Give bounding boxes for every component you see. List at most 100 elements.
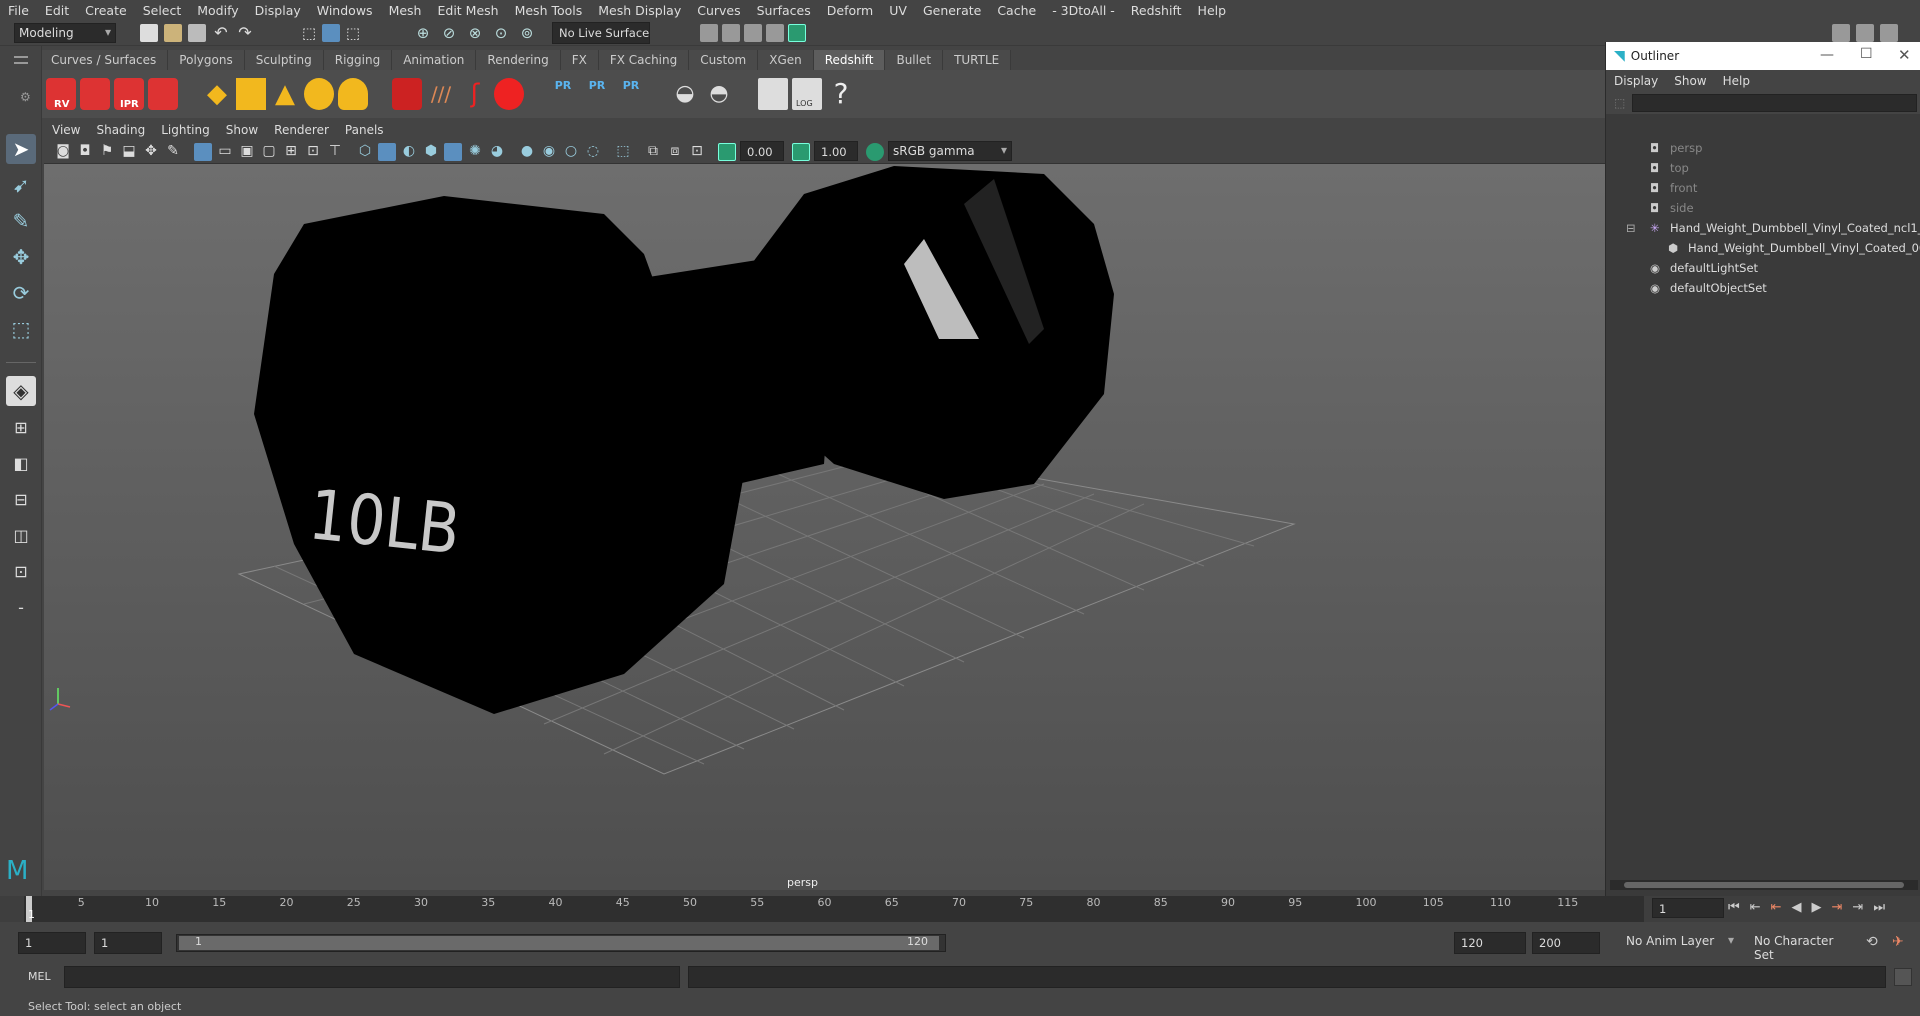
menu-modify[interactable]: Modify — [189, 3, 246, 18]
xray-joints-icon[interactable]: ⧈ — [666, 143, 684, 161]
shadows-icon[interactable]: ◕ — [488, 143, 506, 161]
outliner-item[interactable]: ◘ persp — [1606, 138, 1920, 158]
play-backward-icon[interactable]: ◀ — [1792, 900, 1802, 915]
snap-curve-icon[interactable]: ⊘ — [440, 24, 458, 42]
image-plane-icon[interactable]: ⬓ — [120, 143, 138, 161]
maximize-icon[interactable]: ☐ — [1860, 46, 1873, 62]
animation-end-field[interactable]: 200 — [1532, 932, 1600, 954]
layout-stack-icon[interactable]: ⊟ — [6, 484, 36, 514]
step-back-frame-icon[interactable]: ⇤ — [1771, 900, 1782, 915]
shelf-menu-icon[interactable] — [14, 56, 28, 64]
hypershade-icon[interactable] — [788, 24, 806, 42]
viewport-menu-show[interactable]: Show — [218, 123, 266, 137]
select-hierarchy-icon[interactable]: ⬚ — [300, 24, 318, 42]
menu-surfaces[interactable]: Surfaces — [749, 3, 819, 18]
select-component-icon[interactable]: ⬚ — [344, 24, 362, 42]
viewport-menu-panels[interactable]: Panels — [337, 123, 392, 137]
layout-outliner-icon[interactable]: ⊡ — [6, 556, 36, 586]
attribute-editor-icon[interactable] — [1880, 24, 1898, 42]
redshift-proxy-import-button[interactable]: PR — [582, 78, 612, 110]
command-language-label[interactable]: MEL — [28, 970, 51, 983]
shelf-tab-xgen[interactable]: XGen — [758, 50, 814, 70]
current-frame-field[interactable]: 1 — [1652, 898, 1724, 918]
shelf-tab-redshift[interactable]: Redshift — [813, 50, 886, 70]
shelf-tab-rigging[interactable]: Rigging — [323, 50, 393, 70]
new-scene-icon[interactable] — [140, 24, 158, 42]
animation-start-field[interactable]: 1 — [18, 932, 86, 954]
menu-display[interactable]: Display — [247, 3, 309, 18]
safe-title-icon[interactable]: ⊤ — [326, 143, 344, 161]
bookmark-icon[interactable]: ⚑ — [98, 143, 116, 161]
shelf-tab-curves-surfaces[interactable]: Curves / Surfaces — [40, 50, 169, 70]
render-frame-icon[interactable] — [766, 24, 784, 42]
filter-icon[interactable]: ⬚ — [1614, 96, 1625, 110]
color-management-icon[interactable] — [866, 143, 884, 161]
anim-layer-dropdown[interactable]: No Anim Layer ▾ — [1622, 932, 1738, 954]
shelf-tab-rendering[interactable]: Rendering — [476, 50, 561, 70]
redshift-proxy-export-button[interactable]: PR — [548, 78, 578, 110]
menu-3dtoall[interactable]: - 3DtoAll - — [1044, 3, 1123, 18]
scale-tool-icon[interactable]: ⬚ — [6, 314, 36, 344]
open-scene-icon[interactable] — [164, 24, 182, 42]
close-icon[interactable]: ✕ — [1898, 46, 1911, 64]
depth-of-field-icon[interactable]: ◌ — [584, 143, 602, 161]
snap-view-icon[interactable]: ⊙ — [492, 24, 510, 42]
select-object-icon[interactable] — [322, 24, 340, 42]
save-scene-icon[interactable] — [188, 24, 206, 42]
menu-help[interactable]: Help — [1190, 3, 1235, 18]
redshift-render-view-button[interactable]: RV — [46, 78, 76, 110]
light-portal-icon[interactable] — [236, 78, 266, 110]
snap-point-icon[interactable]: ⊗ — [466, 24, 484, 42]
outliner-item[interactable]: ◘ side — [1606, 198, 1920, 218]
smooth-shade-icon[interactable] — [378, 143, 396, 161]
redshift-snapshot-button[interactable] — [80, 78, 110, 110]
ipr-render-icon[interactable] — [744, 24, 762, 42]
undo-icon[interactable]: ↶ — [212, 24, 230, 42]
go-to-start-icon[interactable]: ⏮ — [1728, 900, 1740, 915]
outliner-menu-help[interactable]: Help — [1715, 74, 1758, 88]
redshift-hair-icon[interactable]: ∕∕∕ — [426, 78, 456, 110]
panel-layout-icon[interactable] — [1832, 24, 1850, 42]
outliner-hscroll-thumb[interactable] — [1624, 882, 1904, 888]
range-bar[interactable]: 1 120 — [176, 934, 946, 952]
outliner-item[interactable]: ◉ defaultLightSet — [1606, 258, 1920, 278]
channel-box-icon[interactable] — [1856, 24, 1874, 42]
move-tool-icon[interactable]: ✥ — [6, 242, 36, 272]
outliner-item[interactable]: ◉ defaultObjectSet — [1606, 278, 1920, 298]
viewport-menu-shading[interactable]: Shading — [88, 123, 153, 137]
playback-end-field[interactable]: 120 — [1454, 932, 1526, 954]
go-to-end-icon[interactable]: ⏭ — [1873, 900, 1885, 915]
render-view-icon[interactable] — [722, 24, 740, 42]
gamma-icon[interactable] — [792, 143, 810, 161]
redshift-settings-button[interactable] — [148, 78, 178, 110]
mode-dropdown[interactable]: Modeling ▾ — [14, 23, 116, 43]
menu-edit[interactable]: Edit — [37, 3, 77, 18]
layout-collapse-icon[interactable]: - — [6, 592, 36, 622]
outliner-menu-show[interactable]: Show — [1666, 74, 1714, 88]
menu-mesh-tools[interactable]: Mesh Tools — [507, 3, 591, 18]
wireframe-icon[interactable]: ⬡ — [356, 143, 374, 161]
menu-curves[interactable]: Curves — [689, 3, 748, 18]
viewport-persp[interactable]: 10LB persp — [44, 164, 1605, 890]
wireframe-on-shaded-icon[interactable]: ⬢ — [422, 143, 440, 161]
layout-three-icon[interactable]: ◫ — [6, 520, 36, 550]
step-forward-key-icon[interactable]: ⇥ — [1852, 900, 1863, 915]
shelf-tab-sculpting[interactable]: Sculpting — [244, 50, 324, 70]
exposure-icon[interactable] — [718, 143, 736, 161]
shelf-tab-polygons[interactable]: Polygons — [168, 50, 245, 70]
collapse-icon[interactable]: ⊟ — [1626, 221, 1636, 235]
character-set-dropdown[interactable]: No Character Set — [1750, 932, 1860, 962]
minimize-icon[interactable]: — — [1820, 47, 1834, 63]
playback-start-field[interactable]: 1 — [94, 932, 162, 954]
default-material-icon[interactable]: ◐ — [400, 143, 418, 161]
shelf-tab-turtle[interactable]: TURTLE — [943, 50, 1012, 70]
auto-key-icon[interactable]: ⟲ — [1866, 934, 1878, 950]
exposure-field[interactable]: 0.00 — [740, 141, 784, 161]
range-bar-fill[interactable] — [179, 936, 939, 950]
light-area-icon[interactable]: ◆ — [202, 78, 232, 110]
gate-mask-icon[interactable]: ▢ — [260, 143, 278, 161]
rotate-tool-icon[interactable]: ⟳ — [6, 278, 36, 308]
light-sun-icon[interactable] — [338, 78, 368, 110]
xray-icon[interactable]: ⧉ — [644, 143, 662, 161]
outliner-item[interactable]: ⊟ ✳ Hand_Weight_Dumbbell_Vinyl_Coated_ncl1… — [1606, 218, 1920, 238]
